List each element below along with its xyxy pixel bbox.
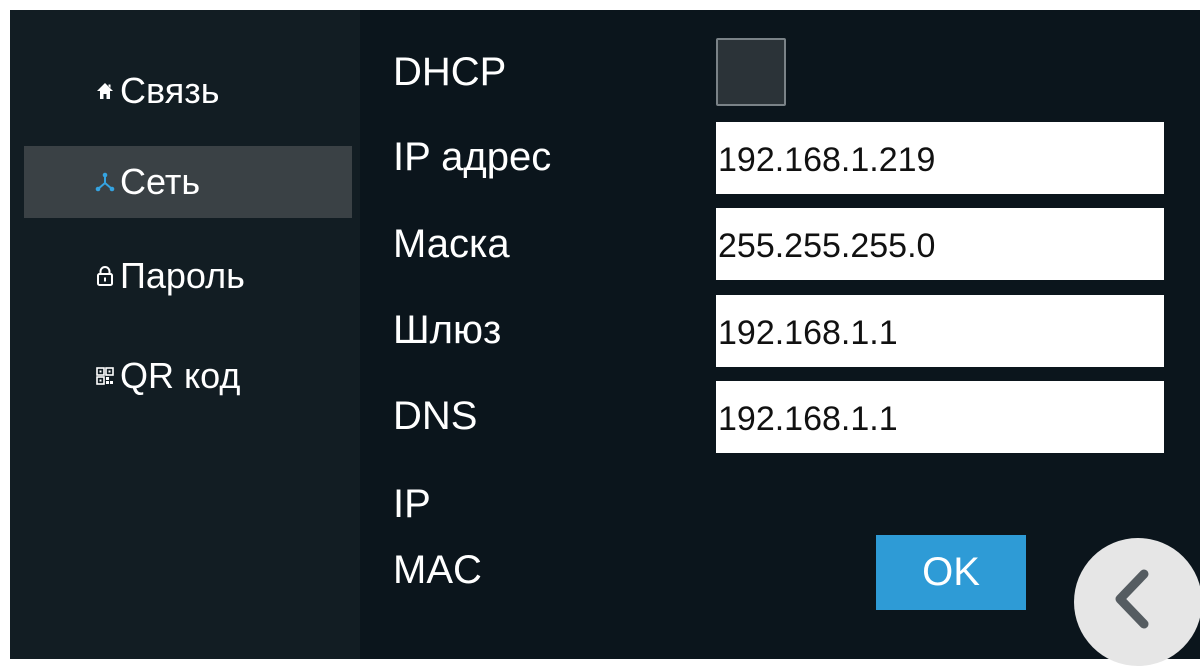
ip-address-field[interactable]: [716, 122, 1164, 194]
lock-icon: [92, 263, 118, 289]
sidebar-item-password[interactable]: Пароль: [24, 240, 352, 312]
sidebar-item-network[interactable]: Сеть: [24, 146, 352, 218]
ok-button[interactable]: OK: [876, 535, 1026, 610]
dns-label: DNS: [393, 394, 478, 438]
gateway-label: Шлюз: [393, 308, 502, 352]
sidebar-item-connection[interactable]: Связь: [24, 55, 352, 127]
mac-label: MAC: [393, 548, 482, 592]
sidebar-item-label: Сеть: [120, 161, 201, 202]
mask-field[interactable]: [716, 208, 1164, 280]
ip-address-label: IP адрес: [393, 135, 552, 179]
network-icon: [92, 169, 118, 195]
sidebar-item-label: Связь: [120, 70, 220, 111]
chevron-left-icon: [1115, 569, 1149, 629]
mask-label: Маска: [393, 222, 510, 266]
qr-code-icon: [92, 363, 118, 389]
dns-field[interactable]: [716, 381, 1164, 453]
dhcp-label: DHCP: [393, 50, 507, 94]
dhcp-checkbox[interactable]: [716, 38, 786, 106]
ip-info-label: IP: [393, 482, 431, 526]
back-button[interactable]: [1074, 538, 1200, 666]
network-settings-screen: Связь Сеть Пароль QR код DHCP IP адрес М…: [10, 10, 1200, 659]
sidebar-item-label: Пароль: [120, 255, 245, 296]
gateway-field[interactable]: [716, 295, 1164, 367]
sidebar: Связь Сеть Пароль QR код: [10, 10, 360, 659]
sidebar-item-qr-code[interactable]: QR код: [24, 340, 352, 412]
home-icon: [92, 78, 118, 104]
sidebar-item-label: QR код: [120, 355, 241, 396]
